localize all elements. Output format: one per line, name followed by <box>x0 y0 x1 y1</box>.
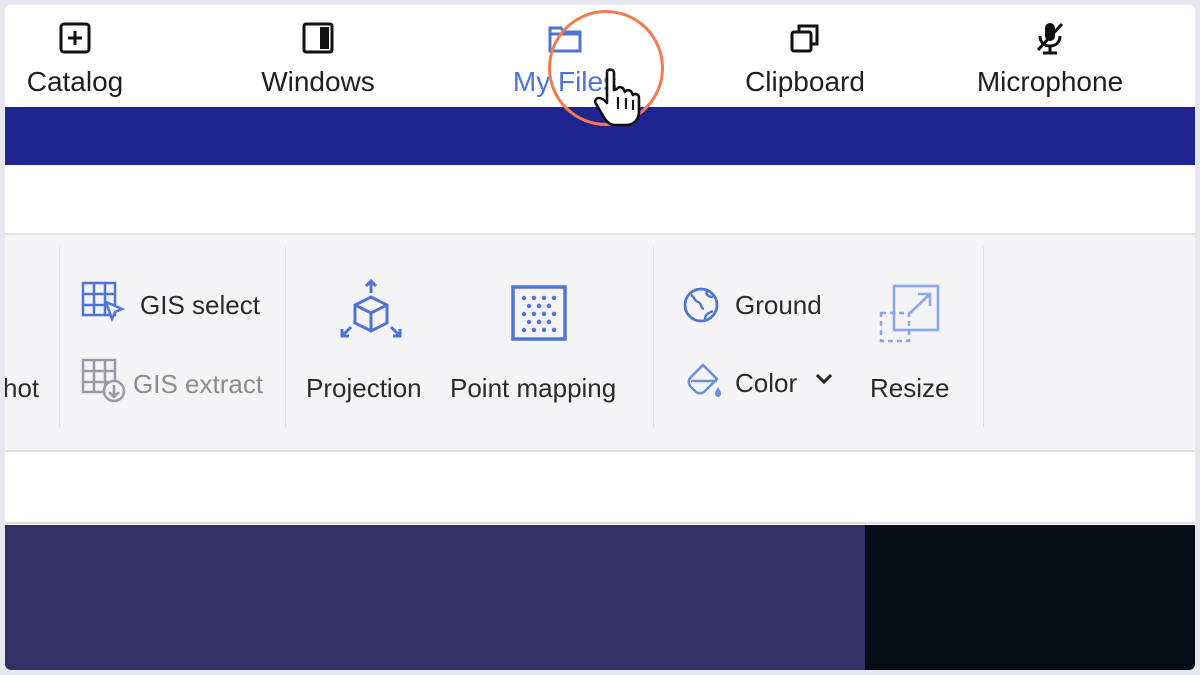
projection-button[interactable]: Projection <box>306 373 422 404</box>
color-dropdown[interactable]: Color <box>735 368 797 399</box>
ribbon-separator <box>285 247 286 427</box>
app-window: Catalog Windows My Files Clipboard Micro <box>5 5 1195 670</box>
gis-extract-button[interactable]: GIS extract <box>133 369 263 400</box>
plus-square-icon <box>56 19 94 57</box>
ribbon-separator <box>653 247 654 427</box>
point-mapping-button[interactable]: Point mapping <box>450 373 616 404</box>
paint-bucket-icon <box>683 361 723 406</box>
resize-icon <box>878 283 942 352</box>
gis-select-icon <box>80 280 128 331</box>
partial-ribbon-label[interactable]: hot <box>5 373 39 404</box>
clipboard-label: Clipboard <box>745 66 865 97</box>
content-strip <box>5 452 1195 524</box>
viewport-panel <box>865 525 1195 670</box>
hand-cursor-icon <box>593 67 643 132</box>
globe-icon <box>681 285 721 330</box>
ribbon-separator <box>983 247 984 427</box>
microphone-label: Microphone <box>976 66 1124 97</box>
catalog-button[interactable]: Catalog <box>15 5 135 107</box>
tab-strip <box>5 165 1195 235</box>
chevron-down-icon[interactable] <box>814 369 834 394</box>
ribbon-separator <box>59 247 60 427</box>
catalog-label: Catalog <box>26 66 124 97</box>
copy-icon <box>786 19 824 57</box>
ribbon-panel: hot GIS select GIS extract Projection Po… <box>5 235 1195 452</box>
windows-label: Windows <box>261 66 375 97</box>
window-panel-icon <box>299 19 337 57</box>
ground-button[interactable]: Ground <box>735 290 822 321</box>
clipboard-button[interactable]: Clipboard <box>735 5 875 107</box>
microphone-button[interactable]: Microphone <box>970 5 1130 107</box>
point-mapping-icon <box>510 284 568 347</box>
gis-select-button[interactable]: GIS select <box>140 290 260 321</box>
resize-button[interactable]: Resize <box>870 373 949 404</box>
windows-button[interactable]: Windows <box>253 5 383 107</box>
projection-icon <box>339 278 403 348</box>
workspace-panel <box>5 525 865 670</box>
gis-extract-icon <box>80 357 130 410</box>
microphone-muted-icon <box>1031 19 1069 57</box>
